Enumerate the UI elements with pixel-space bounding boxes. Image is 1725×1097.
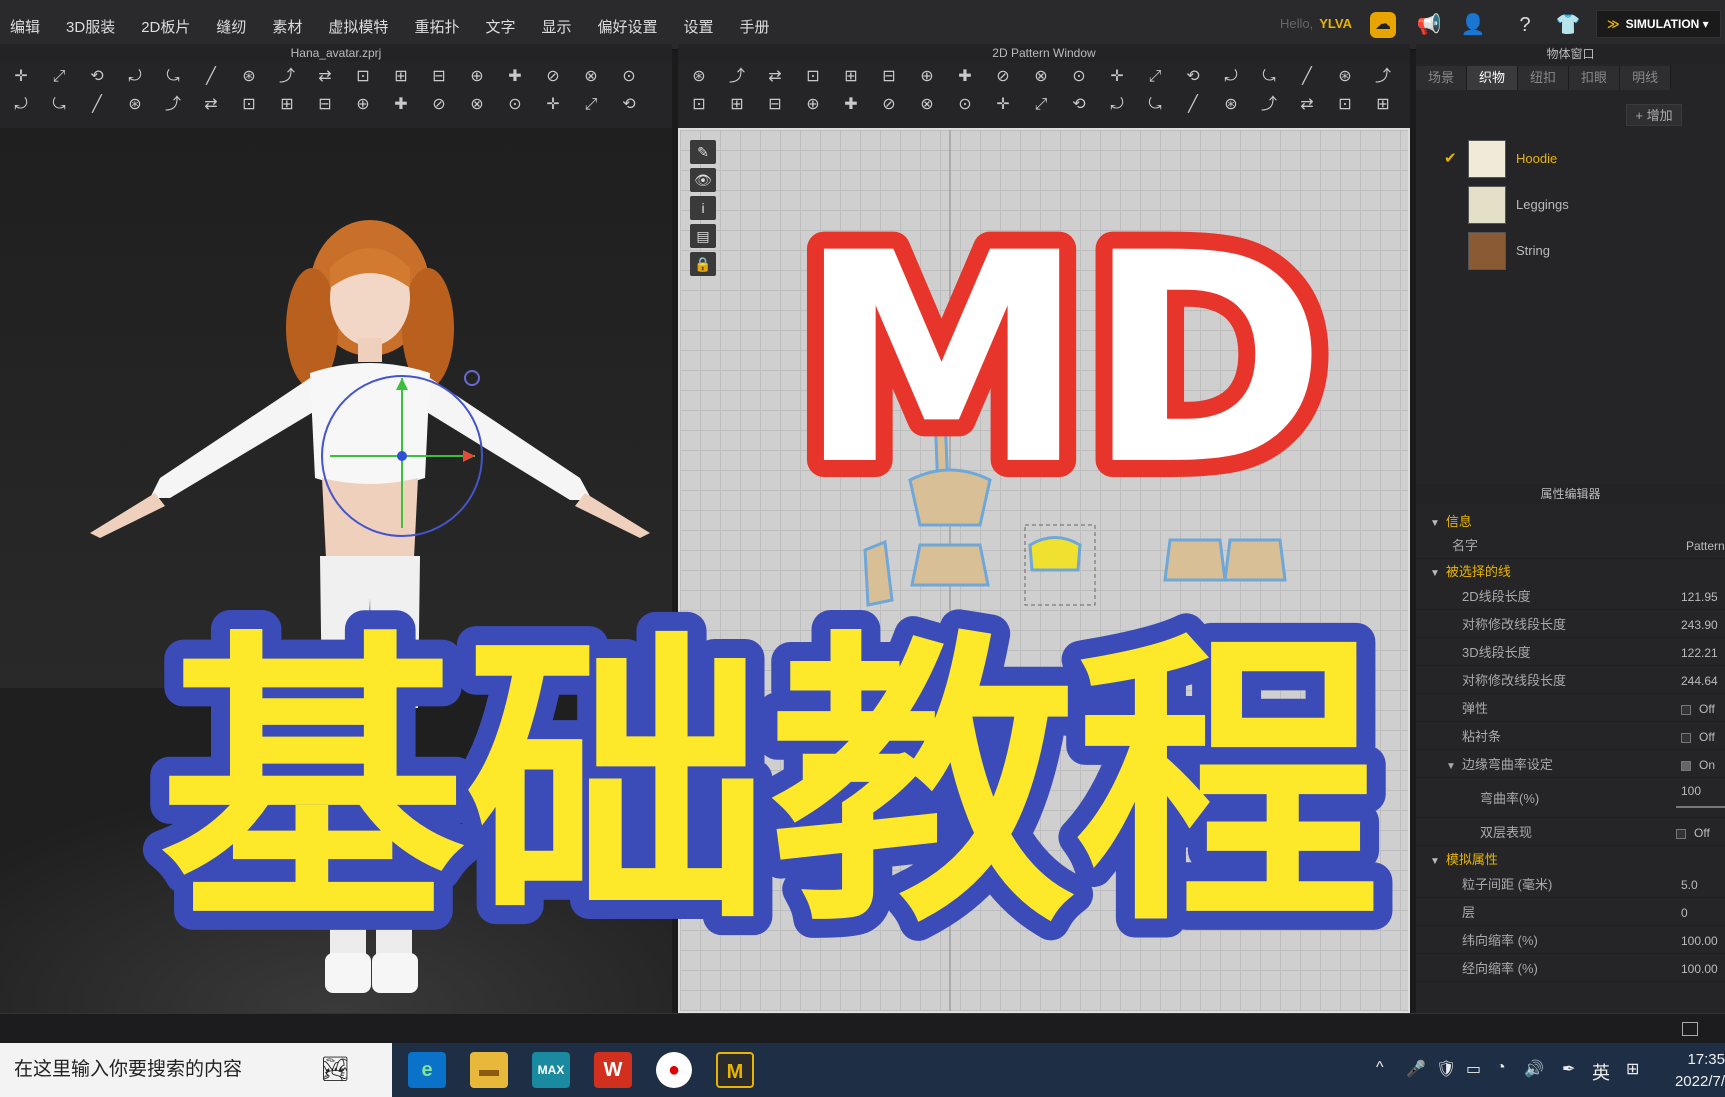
wps-icon[interactable]: W <box>594 1052 632 1088</box>
battery-icon[interactable]: ▭ <box>1466 1059 1481 1079</box>
volume-icon[interactable]: 🔊 <box>1524 1059 1544 1079</box>
clock-time: 17:35 <box>1687 1051 1725 1068</box>
clock-date: 2022/7/ <box>1674 1073 1725 1090</box>
edge-icon[interactable]: e <box>408 1052 446 1088</box>
windows-taskbar: 在这里输入你要搜索的内容 🏞 e ▬ MAX W ● M ^ 🎤 🛡 ▭ ◔ 🔊 … <box>0 1043 1725 1097</box>
app-3dsmax-icon[interactable]: MAX <box>532 1052 570 1088</box>
search-decoration-icon: 🏞 <box>320 1056 351 1083</box>
md-logo-text: MD <box>797 192 1326 529</box>
taskbar-search-box[interactable]: 在这里输入你要搜索的内容 🏞 <box>0 1043 392 1097</box>
tutorial-title-text: 基础教程 <box>160 607 1380 962</box>
file-explorer-icon[interactable]: ▬ <box>470 1052 508 1088</box>
marvelous-designer-icon[interactable]: M <box>716 1052 754 1088</box>
pen-icon[interactable]: ✒ <box>1562 1059 1575 1079</box>
keyboard-layout-icon[interactable]: ⊞ <box>1626 1059 1639 1079</box>
system-clock[interactable]: 17:35 2022/7/ <box>1655 1049 1725 1093</box>
thumbnail-overlay: MD 基础教程 <box>141 175 1399 981</box>
chevron-up-icon[interactable]: ^ <box>1376 1059 1384 1077</box>
record-icon[interactable]: ● <box>656 1052 692 1088</box>
search-placeholder: 在这里输入你要搜索的内容 <box>14 1059 243 1080</box>
microphone-icon[interactable]: 🎤 <box>1406 1059 1426 1079</box>
shield-icon[interactable]: 🛡 <box>1436 1059 1456 1079</box>
wifi-icon[interactable]: ◔ <box>1496 1059 1506 1077</box>
ime-indicator[interactable]: 英 <box>1592 1059 1610 1085</box>
